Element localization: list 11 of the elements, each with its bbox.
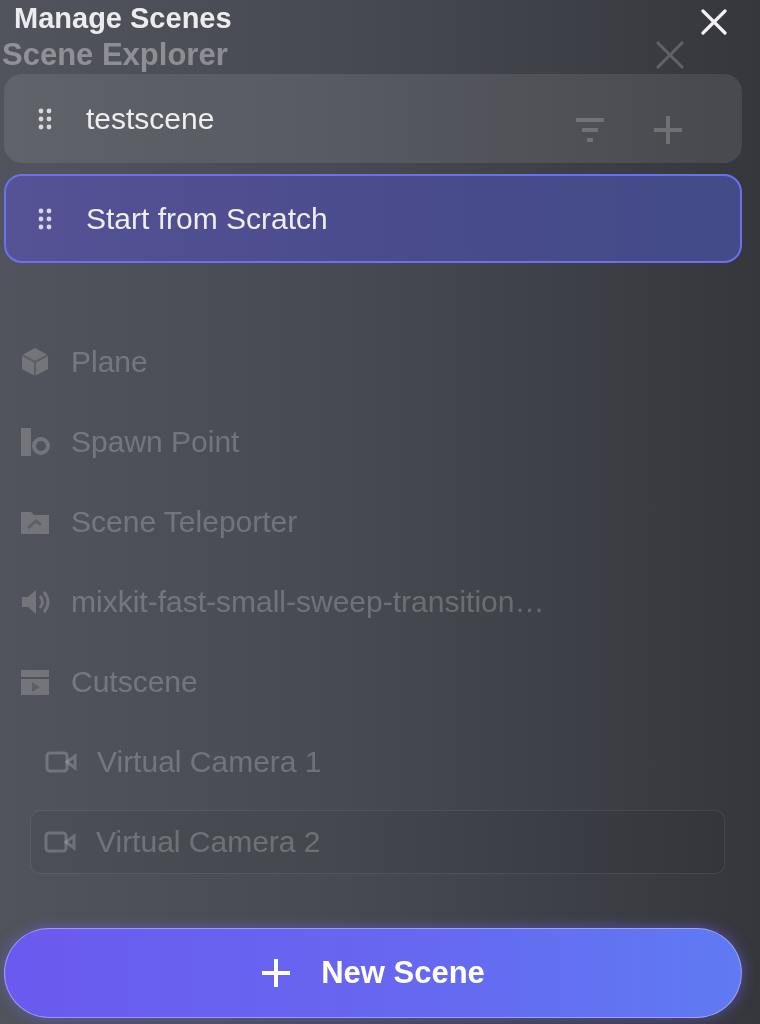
cube-icon bbox=[19, 346, 51, 378]
scene-item[interactable]: testscene bbox=[4, 74, 742, 163]
plus-icon bbox=[261, 958, 292, 988]
close-button[interactable] bbox=[701, 9, 727, 35]
dialog-title: Manage Scenes bbox=[14, 1, 232, 35]
scene-item[interactable]: Start from Scratch bbox=[4, 174, 742, 263]
panel-title: Scene Explorer bbox=[2, 38, 228, 71]
bar-circle-icon bbox=[19, 426, 51, 458]
drag-handle-icon[interactable] bbox=[38, 207, 52, 230]
drag-handle-icon[interactable] bbox=[38, 107, 52, 130]
new-scene-button[interactable]: New Scene bbox=[4, 928, 742, 1018]
